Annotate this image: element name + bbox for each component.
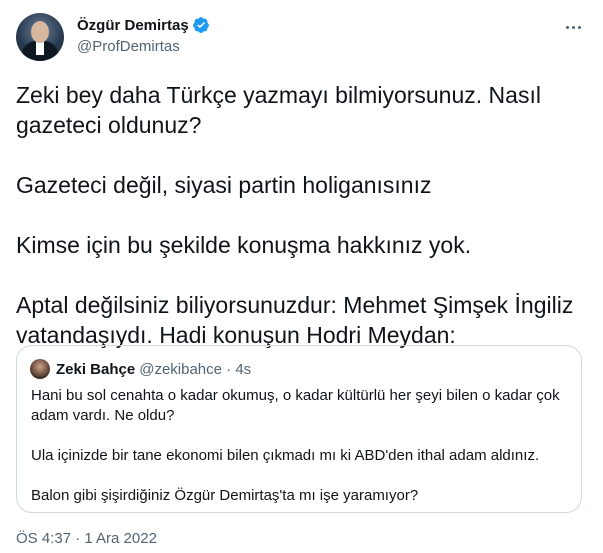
more-horizontal-icon: [577, 25, 581, 29]
quoted-tweet-paragraph: Ula içinizde bir tane ekonomi bilen çıkm…: [31, 447, 540, 464]
quoted-tweet-card[interactable]: Zeki Bahçe @zekibahce · 4s Hani bu sol c…: [16, 345, 582, 513]
tweet-timestamp[interactable]: ÖS 4:37 · 1 Ara 2022: [16, 530, 157, 547]
tweet-text: Zeki bey daha Türkçe yazmayı bilmiyorsun…: [16, 80, 586, 350]
quoted-author-avatar[interactable]: [30, 359, 50, 379]
author-handle[interactable]: @ProfDemirtas: [77, 38, 180, 55]
tweet-paragraph: Gazeteci değil, siyasi partin holiganısı…: [16, 172, 432, 198]
tweet-paragraph: Kimse için bu şekilde konuşma hakkınız y…: [16, 232, 472, 258]
quoted-tweet-header: Zeki Bahçe @zekibahce · 4s: [30, 359, 251, 379]
more-horizontal-icon: [571, 25, 575, 29]
quoted-author-name[interactable]: Zeki Bahçe: [56, 361, 135, 378]
author-avatar[interactable]: [16, 13, 64, 61]
quoted-author-meta: @zekibahce · 4s: [139, 360, 252, 378]
avatar-shirt: [36, 41, 44, 55]
quoted-tweet-text: Hani bu sol cenahta o kadar okumuş, o ka…: [31, 386, 571, 506]
avatar-face: [31, 21, 49, 43]
more-horizontal-icon: [565, 25, 569, 29]
verified-badge-icon: [192, 17, 209, 33]
more-options-button[interactable]: [560, 14, 586, 40]
tweet-paragraph: Aptal değilsiniz biliyorsunuzdur: Mehmet…: [16, 292, 574, 348]
author-name-row: Özgür Demirtaş: [77, 16, 210, 34]
quoted-tweet-paragraph: Hani bu sol cenahta o kadar okumuş, o ka…: [31, 387, 560, 424]
author-display-name[interactable]: Özgür Demirtaş: [77, 17, 189, 34]
quoted-tweet-paragraph: Balon gibi şişirdiğiniz Özgür Demirtaş't…: [31, 487, 419, 504]
tweet-paragraph: Zeki bey daha Türkçe yazmayı bilmiyorsun…: [16, 82, 541, 138]
